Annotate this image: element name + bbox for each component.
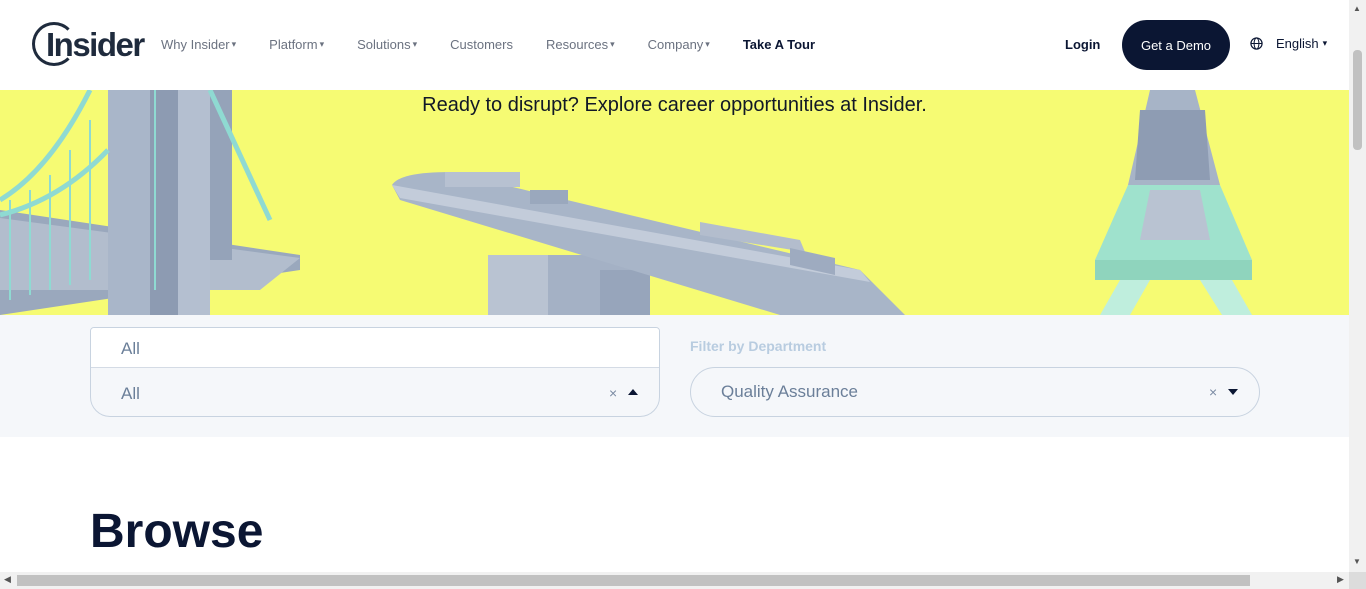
nav-resources-label: Resources <box>545 37 609 52</box>
nav-take-a-tour[interactable]: Take A Tour <box>743 37 815 52</box>
hero-illustration <box>0 90 1252 315</box>
chevron-down-icon: ▾ <box>412 39 418 49</box>
clear-icon[interactable]: × <box>609 385 617 401</box>
chevron-down-icon: ▾ <box>610 39 615 49</box>
hotel-illustration <box>392 172 905 315</box>
location-selected-value: All <box>121 384 140 403</box>
nav-customers-label: Customers <box>450 37 513 52</box>
tower-illustration <box>1095 90 1252 315</box>
nav-platform-label: Platform <box>269 37 318 52</box>
logo-text: Insider <box>46 26 145 63</box>
get-a-demo-button[interactable]: Get a Demo <box>1122 20 1230 70</box>
insider-logo[interactable]: Insider <box>32 22 145 68</box>
location-search-input[interactable]: All <box>91 328 659 368</box>
bridge-illustration <box>0 90 300 315</box>
scrollbar-corner <box>1349 572 1366 589</box>
department-filter-label: Filter by Department <box>690 338 827 354</box>
scroll-down-icon[interactable]: ▼ <box>1353 557 1361 566</box>
login-link[interactable]: Login <box>1065 37 1100 52</box>
nav-solutions-label: Solutions <box>357 37 411 52</box>
hero-tagline: Ready to disrupt? Explore career opportu… <box>422 94 927 116</box>
scroll-left-icon[interactable]: ◀ <box>4 574 11 585</box>
site-header: Insider Why Insider ▾ Platform ▾ Solutio… <box>0 0 1349 90</box>
chevron-down-icon: ▾ <box>319 39 325 49</box>
browse-heading: Browse <box>90 505 264 558</box>
department-selected-value: Quality Assurance <box>721 382 859 401</box>
location-filter[interactable]: All All × <box>90 327 660 417</box>
clear-icon[interactable]: × <box>1209 384 1217 400</box>
nav-take-a-tour-label: Take A Tour <box>742 37 816 52</box>
chevron-down-icon: ▾ <box>231 39 237 49</box>
nav-why-insider[interactable]: Why Insider ▾ <box>161 37 236 52</box>
nav-platform[interactable]: Platform ▾ <box>269 37 324 52</box>
page: Insider Why Insider ▾ Platform ▾ Solutio… <box>0 0 1366 589</box>
language-selector[interactable]: English ▾ <box>1250 36 1327 51</box>
vertical-scrollbar[interactable]: ▲ ▼ <box>1349 0 1366 572</box>
location-search-value: All <box>121 339 140 358</box>
nav-company-label: Company <box>647 37 704 52</box>
horizontal-scrollbar[interactable]: ◀ ▶ <box>0 572 1349 589</box>
nav-company[interactable]: Company ▾ <box>648 37 710 52</box>
scroll-up-icon[interactable]: ▲ <box>1353 4 1361 13</box>
caret-up-icon[interactable] <box>628 389 638 395</box>
vertical-scroll-thumb[interactable] <box>1353 50 1362 150</box>
globe-icon <box>1250 37 1263 50</box>
nav-customers[interactable]: Customers <box>450 37 513 52</box>
scroll-right-icon[interactable]: ▶ <box>1337 574 1344 585</box>
chevron-down-icon: ▾ <box>1322 38 1328 48</box>
horizontal-scroll-thumb[interactable] <box>17 575 1250 586</box>
nav-solutions[interactable]: Solutions ▾ <box>357 37 417 52</box>
job-filters: All All × Filter by Department Quality A… <box>0 315 1349 437</box>
caret-down-icon[interactable] <box>1228 389 1238 395</box>
language-label: English <box>1276 36 1319 51</box>
main-nav: Why Insider ▾ Platform ▾ Solutions ▾ Cus… <box>161 37 848 52</box>
nav-why-insider-label: Why Insider <box>161 37 230 52</box>
nav-resources[interactable]: Resources ▾ <box>546 37 615 52</box>
chevron-down-icon: ▾ <box>705 39 710 49</box>
hero-banner: Ready to disrupt? Explore career opportu… <box>0 90 1349 315</box>
department-filter[interactable]: Quality Assurance × <box>690 367 1260 417</box>
